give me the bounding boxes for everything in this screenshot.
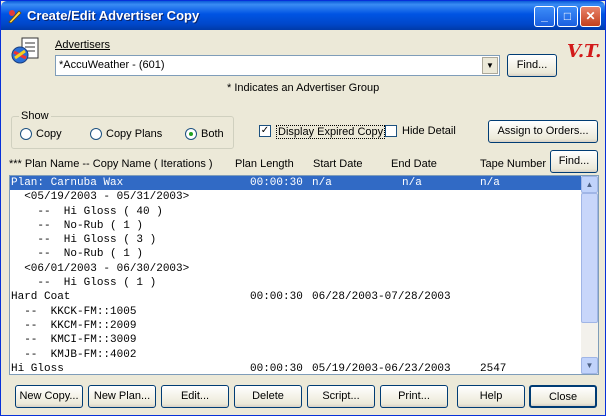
scrollbar-thumb[interactable] [581,193,598,323]
row-length: 00:00:30 [250,177,303,189]
main-window: Create/Edit Advertiser Copy _ □ ✕ Advert… [0,0,606,416]
list-item[interactable]: -- No-Rub ( 1 ) [10,219,581,233]
row-name: Plan: Carnuba Wax [11,177,124,189]
row-tape: n/a [480,177,500,189]
display-expired-checkbox[interactable]: ✓ [259,125,271,137]
column-plan-length: Plan Length [235,158,294,170]
row-length: 00:00:30 [250,291,303,304]
column-start-date: Start Date [313,158,363,170]
advertisers-label: Advertisers [55,39,111,51]
row-end: n/a [402,177,422,189]
row-name: -- Hi Gloss ( 40 ) [11,205,163,218]
find-advertiser-button[interactable]: Find... [507,54,557,77]
copy-list-rows: Plan: Carnuba Wax 00:00:30 n/a n/a n/a <05/1… [10,176,581,375]
row-name: -- KMCI-FM::3009 [11,334,137,347]
row-start: 06/28/2003-07/28/2003 [312,291,451,304]
hide-detail-checkbox[interactable] [385,125,397,137]
chevron-down-icon[interactable]: ▼ [482,57,498,74]
advertiser-select-value: *AccuWeather - (601) [59,59,165,71]
app-icon [8,10,22,24]
row-name: -- No-Rub ( 1 ) [11,219,144,232]
row-name: <05/19/2003 - 05/31/2003> [11,191,190,204]
help-button[interactable]: Help [457,385,525,408]
radio-copy-plans[interactable] [90,128,102,140]
show-group-caption: Show [19,110,51,122]
row-name: -- KMJB-FM::4002 [11,348,137,361]
row-name: -- KKCM-FM::2009 [11,319,137,332]
advertiser-group-note: * Indicates an Advertiser Group [227,82,380,94]
new-plan-button[interactable]: New Plan... [88,385,156,408]
hide-detail-label[interactable]: Hide Detail [402,125,456,137]
radio-copy-plans-label[interactable]: Copy Plans [106,128,162,140]
column-plan-name: *** Plan Name -- Copy Name ( Iterations … [9,158,213,170]
maximize-button[interactable]: □ [557,6,578,27]
list-item[interactable]: Plan: Carnuba Wax 00:00:30 n/a n/a n/a [10,176,581,191]
list-item[interactable]: -- KMCI-FM::3009 [10,333,581,347]
title-bar[interactable]: Create/Edit Advertiser Copy _ □ ✕ [1,1,605,30]
radio-copy-label[interactable]: Copy [36,128,62,140]
row-name: -- Hi Gloss ( 3 ) [11,234,157,247]
list-item[interactable]: -- KMJB-FM::4002 [10,348,581,362]
assign-to-orders-button[interactable]: Assign to Orders... [488,120,598,143]
row-tape: 2547 [480,362,507,375]
row-name: -- No-Rub ( 1 ) [11,248,144,261]
row-name: -- KKCK-FM::1005 [11,305,137,318]
delete-button[interactable]: Delete [234,385,302,408]
row-length: 00:00:30 [250,362,303,375]
display-expired-label[interactable]: Display Expired Copy [276,125,386,139]
script-button[interactable]: Script... [307,385,375,408]
minimize-button[interactable]: _ [534,6,555,27]
edit-button[interactable]: Edit... [161,385,229,408]
column-tape-number: Tape Number [480,158,547,170]
radio-copy[interactable] [20,128,32,140]
find-copy-button[interactable]: Find... [550,150,598,173]
advertiser-logo: V.T. [567,41,602,62]
column-end-date: End Date [391,158,437,170]
radio-both-label[interactable]: Both [201,128,224,140]
row-name: Hi Gloss [11,362,64,375]
list-item[interactable]: -- No-Rub ( 1 ) [10,247,581,261]
close-window-button[interactable]: ✕ [580,6,601,27]
new-copy-button[interactable]: New Copy... [15,385,83,408]
advertiser-icon [11,37,39,64]
copy-list[interactable]: Plan: Carnuba Wax 00:00:30 n/a n/a n/a <05/1… [9,175,599,375]
vertical-scrollbar[interactable]: ▲ ▼ [581,176,598,374]
close-button[interactable]: Close [529,385,597,408]
list-item[interactable]: -- Hi Gloss ( 3 ) [10,233,581,247]
list-item[interactable]: <05/19/2003 - 05/31/2003> [10,190,581,204]
radio-both[interactable] [185,128,197,140]
advertiser-select[interactable]: *AccuWeather - (601) ▼ [55,55,500,76]
row-name: Hard Coat [11,291,71,304]
list-item[interactable]: -- Hi Gloss ( 1 ) [10,276,581,290]
list-item[interactable]: <06/01/2003 - 06/30/2003> [10,262,581,276]
list-item[interactable]: -- KKCM-FM::2009 [10,319,581,333]
window-title: Create/Edit Advertiser Copy [27,8,200,23]
row-name: <06/01/2003 - 06/30/2003> [11,262,190,275]
row-name: -- Hi Gloss ( 1 ) [11,277,157,290]
print-button[interactable]: Print... [380,385,448,408]
list-item[interactable]: -- KKCK-FM::1005 [10,305,581,319]
row-start: n/a [312,177,332,189]
list-item[interactable]: -- Hi Gloss ( 40 ) [10,205,581,219]
scroll-up-icon[interactable]: ▲ [581,176,598,193]
scroll-down-icon[interactable]: ▼ [581,357,598,374]
list-item[interactable]: Hi Gloss 00:00:30 05/19/2003-06/23/2003 254… [10,362,581,375]
list-item[interactable]: Hard Coat 00:00:30 06/28/2003-07/28/2003 [10,290,581,304]
row-start: 05/19/2003-06/23/2003 [312,362,451,375]
